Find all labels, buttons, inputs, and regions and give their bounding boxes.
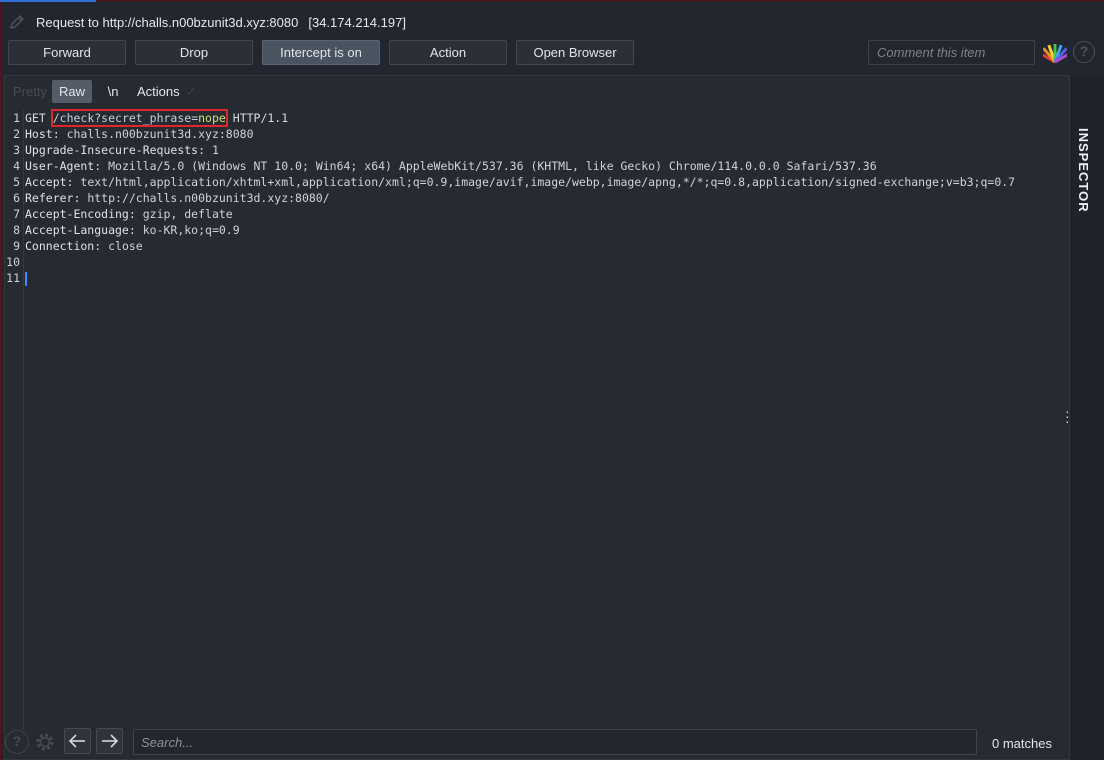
line-number: 2 bbox=[13, 127, 20, 141]
tab-raw[interactable]: Raw bbox=[52, 80, 92, 103]
help-icon[interactable]: ? bbox=[1073, 41, 1095, 63]
comment-input[interactable] bbox=[868, 40, 1035, 65]
header-line: Accept: text/html,application/xhtml+xml,… bbox=[25, 175, 1016, 189]
header-key: User-Agent bbox=[25, 159, 95, 173]
header-line: Referer: http://challs.n00bzunit3d.xyz:8… bbox=[25, 191, 330, 205]
http-method: GET bbox=[25, 111, 46, 125]
header-value: close bbox=[108, 239, 143, 253]
line-number: 6 bbox=[13, 191, 20, 205]
title-prefix: Request to bbox=[36, 15, 99, 30]
newline-toggle[interactable]: \n bbox=[100, 80, 126, 103]
line-number: 10 bbox=[6, 255, 20, 269]
previous-match-button[interactable] bbox=[64, 728, 91, 754]
arrow-left-icon bbox=[68, 734, 85, 748]
line-number: 9 bbox=[13, 239, 20, 253]
header-line: Host: challs.n00bzunit3d.xyz:8080 bbox=[25, 127, 254, 141]
settings-icon[interactable] bbox=[33, 730, 57, 754]
request-title: Request to http://challs.n00bzunit3d.xyz… bbox=[36, 15, 406, 30]
line-number: 7 bbox=[13, 207, 20, 221]
highlighted-path: /check?secret_phrase=nope bbox=[50, 109, 228, 127]
header-value: http://challs.n00bzunit3d.xyz:8080/ bbox=[87, 191, 330, 205]
header-line: Connection: close bbox=[25, 239, 143, 253]
search-input[interactable] bbox=[133, 729, 977, 755]
header-value: gzip, deflate bbox=[142, 207, 233, 221]
header-value: 1 bbox=[211, 143, 219, 157]
chevron-down-icon: ✓ bbox=[185, 84, 197, 99]
header-line: Upgrade-Insecure-Requests: 1 bbox=[25, 143, 219, 157]
drop-button[interactable]: Drop bbox=[135, 40, 253, 65]
text-caret bbox=[25, 271, 27, 286]
line-number: 5 bbox=[13, 175, 20, 189]
header-value: text/html,application/xhtml+xml,applicat… bbox=[80, 175, 1016, 189]
http-version: HTTP/1.1 bbox=[232, 111, 289, 125]
header-key: Accept-Encoding bbox=[25, 207, 129, 221]
open-browser-button[interactable]: Open Browser bbox=[516, 40, 634, 65]
header-value: Mozilla/5.0 (Windows NT 10.0; Win64; x64… bbox=[108, 159, 877, 173]
raw-request-text[interactable]: GET /check?secret_phrase=nope HTTP/1.1 H… bbox=[25, 109, 1065, 286]
arrow-right-icon bbox=[102, 734, 119, 748]
match-count: 0 matches bbox=[992, 736, 1052, 751]
header-key: Accept-Language bbox=[25, 223, 129, 237]
line-number: 1 bbox=[13, 111, 20, 125]
header-value: ko-KR,ko;q=0.9 bbox=[142, 223, 240, 237]
header-key: Connection bbox=[25, 239, 95, 253]
line-number: 11 bbox=[6, 271, 20, 285]
header-line: User-Agent: Mozilla/5.0 (Windows NT 10.0… bbox=[25, 159, 877, 173]
action-button[interactable]: Action bbox=[389, 40, 507, 65]
color-fan-icon[interactable] bbox=[1043, 42, 1067, 64]
gutter-divider bbox=[23, 110, 24, 730]
inspector-tab[interactable]: INSPECTOR bbox=[1076, 128, 1091, 213]
next-match-button[interactable] bbox=[96, 728, 123, 754]
header-line: Accept-Encoding: gzip, deflate bbox=[25, 207, 233, 221]
intercept-toolbar: Forward Drop Intercept is on Action Open… bbox=[0, 40, 1104, 66]
line-number: 3 bbox=[13, 143, 20, 157]
request-title-bar: Request to http://challs.n00bzunit3d.xyz… bbox=[0, 8, 1104, 36]
header-key: Accept bbox=[25, 175, 67, 189]
secret-phrase-value: nope bbox=[198, 111, 226, 125]
forward-button[interactable]: Forward bbox=[8, 40, 126, 65]
actions-label: Actions bbox=[137, 84, 180, 99]
request-path: /check?secret_phrase= bbox=[52, 111, 199, 125]
help-icon[interactable]: ? bbox=[5, 730, 29, 754]
tab-pretty[interactable]: Pretty bbox=[10, 80, 50, 103]
header-value: challs.n00bzunit3d.xyz:8080 bbox=[66, 127, 254, 141]
cursor-line bbox=[25, 270, 1065, 286]
request-line: GET /check?secret_phrase=nope HTTP/1.1 bbox=[25, 109, 1065, 127]
header-key: Upgrade-Insecure-Requests bbox=[25, 143, 199, 157]
request-url: http://challs.n00bzunit3d.xyz:8080 bbox=[102, 15, 299, 30]
empty-line bbox=[25, 254, 1065, 270]
search-bar: ? 0 matches bbox=[0, 728, 1070, 760]
line-number-gutter: 1 2 3 4 5 6 7 8 9 10 11 bbox=[4, 110, 22, 286]
request-ip: [34.174.214.197] bbox=[308, 15, 406, 30]
actions-menu[interactable]: Actions ✓ bbox=[137, 80, 201, 103]
header-key: Host bbox=[25, 127, 53, 141]
line-number: 4 bbox=[13, 159, 20, 173]
line-number: 8 bbox=[13, 223, 20, 237]
active-tab-indicator bbox=[0, 0, 96, 2]
header-line: Accept-Language: ko-KR,ko;q=0.9 bbox=[25, 223, 240, 237]
more-vertical-icon[interactable]: · · · bbox=[1065, 404, 1070, 428]
intercept-toggle-button[interactable]: Intercept is on bbox=[262, 40, 380, 65]
pencil-icon[interactable] bbox=[8, 13, 26, 31]
header-key: Referer bbox=[25, 191, 74, 205]
